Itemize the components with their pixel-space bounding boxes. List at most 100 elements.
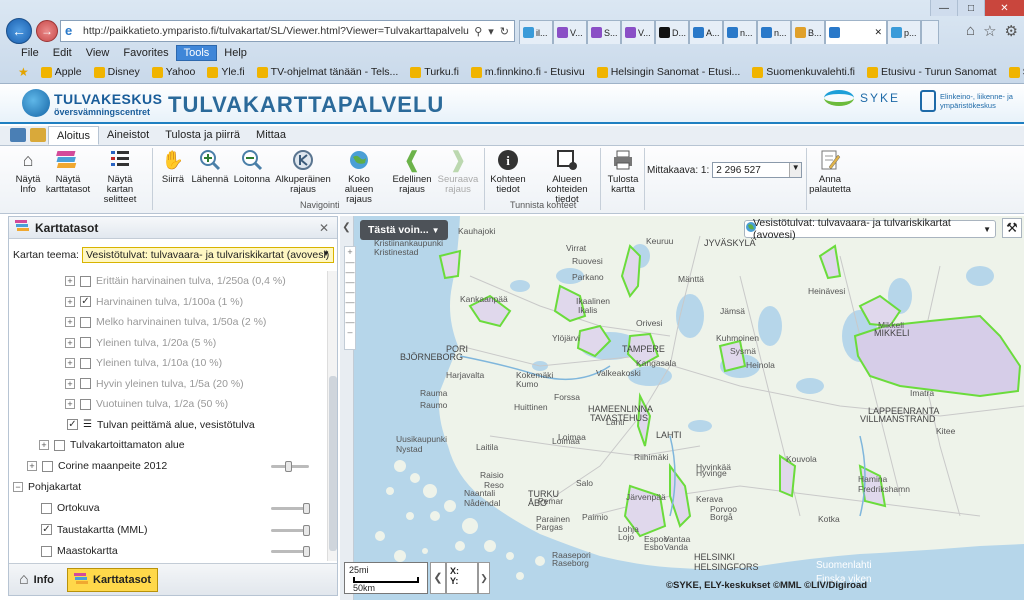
opacity-slider[interactable] xyxy=(271,524,310,536)
basemap-item[interactable]: Ortokuva xyxy=(41,500,100,516)
home-icon[interactable]: ⌂ xyxy=(966,22,975,40)
browser-tab[interactable]: p... xyxy=(887,20,921,44)
slider-handle[interactable] xyxy=(285,461,292,472)
layer-tree-scrollbar[interactable] xyxy=(327,271,337,561)
layer-item[interactable]: + ✓ Harvinainen tulva, 1/100a (1 %) xyxy=(65,294,243,310)
browser-tab[interactable]: V... xyxy=(553,20,587,44)
layer-item[interactable]: + Melko harvinainen tulva, 1/50a (2 %) xyxy=(65,314,266,330)
scrollbar-thumb[interactable] xyxy=(329,376,337,551)
browser-tab[interactable]: il... xyxy=(519,20,553,44)
forward-button[interactable]: → xyxy=(36,20,58,42)
opacity-slider[interactable] xyxy=(271,461,309,472)
favorite-link[interactable]: Turku.fi xyxy=(410,66,459,78)
zoom-in-button[interactable]: Lähennä xyxy=(190,148,230,185)
ribbon-tab-1[interactable]: Aineistot xyxy=(99,126,157,145)
chevron-right-icon[interactable]: ❯ xyxy=(478,562,490,594)
browser-tab[interactable]: n... xyxy=(723,20,757,44)
expand-icon[interactable]: + xyxy=(65,378,75,389)
ribbon-tab-0[interactable]: Aloitus xyxy=(48,126,100,145)
layer-item[interactable]: + Yleinen tulva, 1/20a (5 %) xyxy=(65,335,216,351)
close-icon[interactable]: ✕ xyxy=(319,221,329,235)
ribbon-tab-2[interactable]: Tulosta ja piirrä xyxy=(157,126,248,145)
menu-edit[interactable]: Edit xyxy=(46,46,79,60)
menu-help[interactable]: Help xyxy=(217,46,254,60)
browser-tab[interactable]: B... xyxy=(791,20,825,44)
chevron-down-icon[interactable]: ▼ xyxy=(789,163,802,177)
layer-checkbox[interactable] xyxy=(42,460,53,472)
basemap-item[interactable]: Maastokartta xyxy=(41,543,118,559)
map-view[interactable]: ❮ Tästä voin... ▼ + — — — — — — — – Vesistötulva… xyxy=(340,216,1024,600)
basemap-checkbox[interactable] xyxy=(41,545,52,557)
favorites-star-icon[interactable]: ★ xyxy=(18,65,29,79)
opacity-slider[interactable] xyxy=(271,503,310,514)
ribbon-tab-3[interactable]: Mittaa xyxy=(248,126,294,145)
favorite-link[interactable]: Disney xyxy=(93,66,140,78)
zoom-out-button[interactable]: Loitonna xyxy=(232,148,272,185)
favorite-link[interactable]: TV-ohjelmat tänään - Tels... xyxy=(256,66,398,78)
layer-checkbox[interactable] xyxy=(80,378,91,389)
expand-icon[interactable]: + xyxy=(65,276,75,286)
initial-extent-button[interactable]: Alkuperäinen rajaus xyxy=(274,148,332,195)
next-extent-button[interactable]: ❱ Seuraava rajaus xyxy=(436,148,480,195)
scale-input[interactable]: 2 296 527 ▼ xyxy=(712,162,803,178)
layer-checkbox[interactable] xyxy=(80,337,91,348)
slider-handle[interactable] xyxy=(303,546,310,557)
settings-gear-icon[interactable]: ⚙ xyxy=(1005,22,1018,40)
address-bar[interactable]: e http://paikkatieto.ymparisto.fi/tulvak… xyxy=(60,20,515,42)
show-layers-button[interactable]: Näytä karttatasot xyxy=(46,148,90,195)
search-icon[interactable]: ⚲ xyxy=(474,25,482,38)
area-identify-button[interactable]: Alueen kohteiden tiedot xyxy=(538,148,596,205)
print-map-button[interactable]: Tulosta kartta xyxy=(604,148,642,195)
layer-item-unmapped[interactable]: + Tulvakartoittamaton alue xyxy=(39,437,185,453)
layer-item[interactable]: ✓ ☰ Tulvan peittämä alue, vesistötulva xyxy=(67,417,255,433)
layer-item[interactable]: + Erittäin harvinainen tulva, 1/250a (0,4… xyxy=(65,273,286,289)
previous-extent-button[interactable]: ❰ Edellinen rajaus xyxy=(388,148,436,195)
minimize-button[interactable]: — xyxy=(930,0,957,16)
info-tab-button[interactable]: ⌂ Info xyxy=(13,568,60,592)
tasta-voin-button[interactable]: Tästä voin... ▼ xyxy=(360,220,448,240)
browser-tab[interactable]: D... xyxy=(655,20,689,44)
favorite-link[interactable]: Sähköinen tenttipalvelu xyxy=(1008,66,1024,78)
expand-icon[interactable]: + xyxy=(27,461,37,471)
favorite-link[interactable]: Helsingin Sanomat - Etusi... xyxy=(596,66,740,78)
show-legend-button[interactable]: Näytä kartan selitteet xyxy=(94,148,146,205)
maximize-button[interactable]: □ xyxy=(957,0,984,16)
layer-checkbox[interactable] xyxy=(80,316,91,328)
full-extent-button[interactable]: Koko alueen rajaus xyxy=(334,148,384,205)
browser-tab[interactable]: A... xyxy=(689,20,723,44)
layer-checkbox[interactable] xyxy=(80,275,91,287)
tools-icon[interactable]: ⚒ xyxy=(1002,218,1022,238)
close-window-button[interactable]: ✕ xyxy=(984,0,1024,16)
new-tab-button[interactable] xyxy=(921,20,939,44)
feedback-button[interactable]: Anna palautetta xyxy=(809,148,851,195)
layer-checkbox[interactable] xyxy=(80,357,91,369)
layer-checkbox[interactable] xyxy=(54,439,65,451)
zoom-slider[interactable]: + — — — — — — — – xyxy=(344,246,356,350)
back-button[interactable]: ← xyxy=(6,18,32,44)
basemap-item[interactable]: ✓ Taustakartta (MML) xyxy=(41,522,147,538)
menu-view[interactable]: View xyxy=(79,46,117,60)
favorite-link[interactable]: Yle.fi xyxy=(207,66,245,78)
browser-tab[interactable]: ✕ xyxy=(825,20,887,44)
favorite-link[interactable]: Suomenkuvalehti.fi xyxy=(752,66,855,78)
basemap-checkbox[interactable] xyxy=(41,502,52,514)
open-folder-icon[interactable] xyxy=(30,128,46,142)
expand-icon[interactable]: + xyxy=(65,399,75,409)
layers-tab-button[interactable]: Karttatasot xyxy=(67,568,159,592)
menu-file[interactable]: File xyxy=(14,46,46,60)
layer-checkbox[interactable] xyxy=(80,398,91,410)
expand-icon[interactable]: + xyxy=(65,337,75,348)
favorite-link[interactable]: m.finnkino.fi - Etusivu xyxy=(470,66,585,78)
expand-icon[interactable]: + xyxy=(65,317,75,327)
pan-button[interactable]: ✋ Siirrä xyxy=(158,148,188,185)
favorite-link[interactable]: Etusivu - Turun Sanomat xyxy=(867,66,997,78)
layer-group-corine[interactable]: + Corine maanpeite 2012 xyxy=(27,458,167,474)
browser-tab[interactable]: S... xyxy=(587,20,621,44)
refresh-icon[interactable]: ↻ xyxy=(500,25,509,38)
expand-icon[interactable]: + xyxy=(65,296,75,307)
slider-handle[interactable] xyxy=(303,524,310,536)
theme-select[interactable]: Vesistötulvat: tulvavaara- ja tulvariski… xyxy=(81,247,334,263)
close-tab-icon[interactable]: ✕ xyxy=(874,27,882,38)
collapse-icon[interactable]: − xyxy=(13,482,23,492)
basemap-checkbox[interactable]: ✓ xyxy=(41,524,52,535)
